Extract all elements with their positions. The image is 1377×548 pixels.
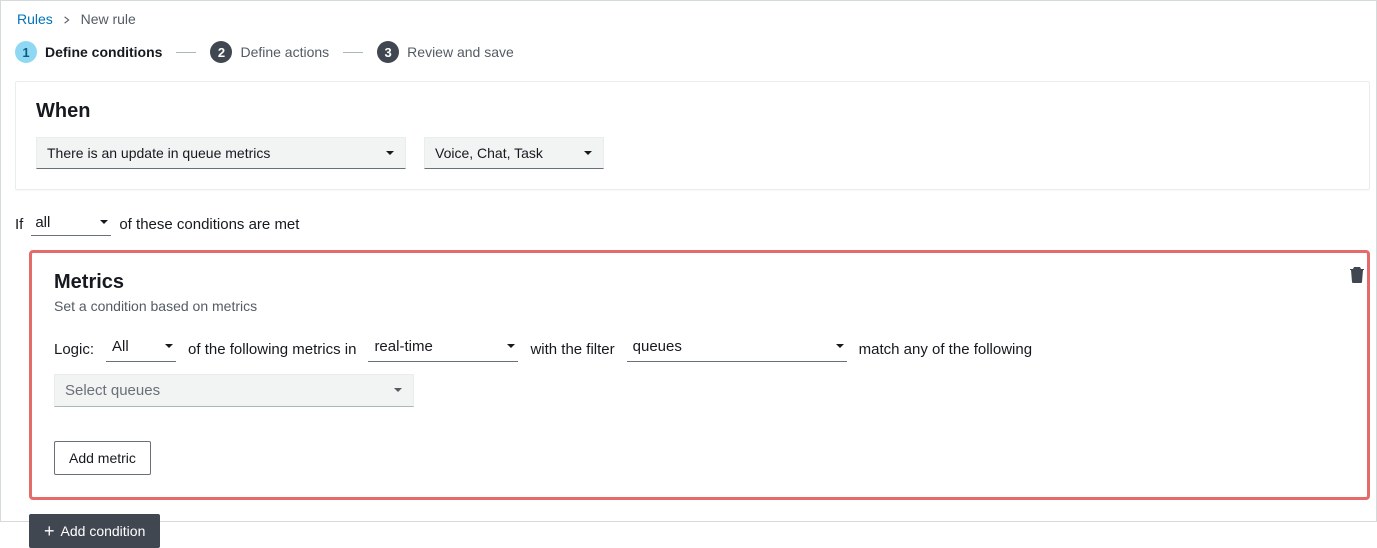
step-connector <box>343 52 363 53</box>
step-define-conditions[interactable]: 1 Define conditions <box>15 41 162 63</box>
step-label: Review and save <box>407 44 514 60</box>
chevron-down-icon <box>99 214 109 231</box>
trigger-value: There is an update in queue metrics <box>47 145 270 161</box>
logic-scope-value: All <box>112 338 129 355</box>
filter-type-value: queues <box>633 338 682 355</box>
breadcrumb-current: New rule <box>81 11 136 27</box>
step-label: Define conditions <box>45 44 162 60</box>
add-condition-button[interactable]: + Add condition <box>29 514 160 548</box>
step-connector <box>176 52 196 53</box>
metrics-condition-block: Metrics Set a condition based on metrics… <box>29 250 1370 500</box>
delete-condition-button[interactable] <box>1349 265 1369 287</box>
logic-text-3: match any of the following <box>859 341 1032 358</box>
metrics-subtitle: Set a condition based on metrics <box>54 298 1349 314</box>
breadcrumb: Rules New rule <box>15 11 1370 27</box>
when-card: When There is an update in queue metrics… <box>15 81 1370 190</box>
wizard-steps: 1 Define conditions 2 Define actions 3 R… <box>15 41 1370 63</box>
chevron-right-icon <box>63 11 71 27</box>
logic-scope-select[interactable]: All <box>106 336 176 362</box>
breadcrumb-root-link[interactable]: Rules <box>17 11 53 27</box>
queues-multiselect[interactable]: Select queues <box>54 374 414 407</box>
logic-text-2: with the filter <box>530 341 614 358</box>
step-define-actions[interactable]: 2 Define actions <box>210 41 329 63</box>
step-number: 2 <box>210 41 232 63</box>
channels-select[interactable]: Voice, Chat, Task <box>424 137 604 169</box>
channels-value: Voice, Chat, Task <box>435 145 543 161</box>
timeframe-value: real-time <box>374 338 432 355</box>
chevron-down-icon <box>506 338 516 355</box>
queues-placeholder: Select queues <box>65 382 160 399</box>
condition-prefix: If <box>15 216 23 233</box>
when-title: When <box>36 100 1349 123</box>
step-number: 3 <box>377 41 399 63</box>
logic-label: Logic: <box>54 341 94 358</box>
chevron-down-icon <box>371 145 395 161</box>
logic-text-1: of the following metrics in <box>188 341 356 358</box>
match-mode-value: all <box>35 214 50 231</box>
add-metric-label: Add metric <box>69 450 136 466</box>
metrics-logic-row: Logic: All of the following metrics in r… <box>54 336 1349 407</box>
step-review-and-save[interactable]: 3 Review and save <box>377 41 514 63</box>
chevron-down-icon <box>164 338 174 355</box>
filter-type-select[interactable]: queues <box>627 336 847 362</box>
plus-icon: + <box>44 524 55 538</box>
chevron-down-icon <box>569 145 593 161</box>
condition-match-line: If all of these conditions are met <box>15 212 1370 236</box>
chevron-down-icon <box>835 338 845 355</box>
add-metric-button[interactable]: Add metric <box>54 441 151 475</box>
step-number: 1 <box>15 41 37 63</box>
chevron-down-icon <box>379 382 403 399</box>
step-label: Define actions <box>240 44 329 60</box>
trigger-select[interactable]: There is an update in queue metrics <box>36 137 406 169</box>
metrics-title: Metrics <box>54 271 1349 294</box>
add-condition-label: Add condition <box>61 523 146 539</box>
condition-suffix: of these conditions are met <box>119 216 299 233</box>
match-mode-select[interactable]: all <box>31 212 111 236</box>
timeframe-select[interactable]: real-time <box>368 336 518 362</box>
